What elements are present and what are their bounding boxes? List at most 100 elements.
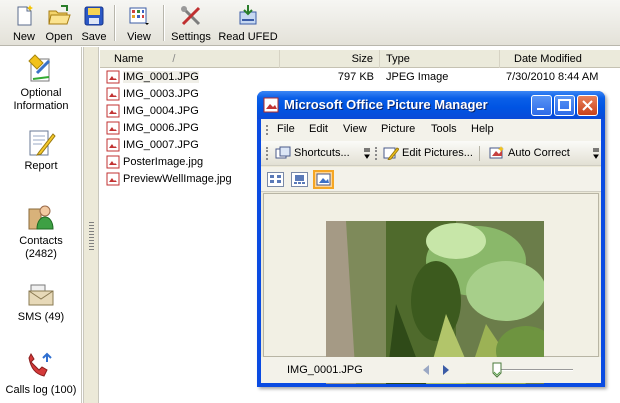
minimize-button[interactable] bbox=[531, 95, 552, 116]
menu-picture[interactable]: Picture bbox=[381, 123, 415, 135]
calls-log-label: Calls log (100) bbox=[5, 384, 77, 396]
filmstrip-view-button[interactable] bbox=[291, 172, 308, 187]
single-picture-view-button[interactable] bbox=[313, 170, 334, 189]
close-icon bbox=[582, 100, 593, 111]
nav-optional-information[interactable]: Optional Information bbox=[0, 53, 82, 113]
status-bar: IMG_0001.JPG bbox=[261, 357, 601, 383]
column-header-date[interactable]: Date Modified bbox=[500, 50, 620, 68]
column-header-type[interactable]: Type bbox=[380, 50, 500, 68]
single-picture-view-icon bbox=[316, 173, 331, 186]
main-toolbar: New Open Save View Settings Read UFED bbox=[0, 0, 620, 46]
new-label: New bbox=[12, 31, 35, 43]
contacts-label: Contacts (2482) bbox=[19, 235, 63, 260]
picture-manager-body: File Edit View Picture Tools Help Shortc… bbox=[261, 119, 601, 384]
sms-envelope-icon bbox=[28, 284, 54, 306]
open-label: Open bbox=[45, 31, 73, 43]
file-name: IMG_0003.JPG bbox=[123, 88, 199, 100]
new-button[interactable]: New bbox=[6, 2, 42, 44]
report-icon bbox=[29, 130, 56, 156]
auto-correct-icon bbox=[489, 146, 504, 159]
toolbar-grip bbox=[266, 147, 268, 160]
picture-manager-app-icon bbox=[263, 97, 279, 113]
file-date: 7/30/2010 8:44 AM bbox=[506, 71, 599, 83]
file-size: 797 KB bbox=[337, 71, 374, 83]
image-file-icon bbox=[106, 138, 120, 152]
image-file-icon bbox=[106, 121, 120, 135]
shortcuts-icon bbox=[275, 146, 291, 159]
toolbar-separator bbox=[163, 5, 164, 41]
column-header-name[interactable]: Name / bbox=[100, 50, 280, 68]
close-button[interactable] bbox=[577, 95, 598, 116]
calls-log-icon bbox=[28, 352, 52, 377]
file-name: IMG_0007.JPG bbox=[123, 139, 199, 151]
menu-grip bbox=[266, 125, 268, 135]
report-label: Report bbox=[24, 160, 58, 172]
toolbar-separator bbox=[479, 146, 480, 161]
file-name: IMG_0004.JPG bbox=[123, 105, 199, 117]
save-disk-icon bbox=[84, 6, 104, 26]
edit-pictures-button[interactable]: Edit Pictures... bbox=[383, 146, 473, 160]
file-name: IMG_0001.JPG bbox=[123, 71, 199, 83]
read-ufed-button[interactable]: Read UFED bbox=[218, 2, 278, 44]
read-ufed-icon bbox=[239, 5, 257, 25]
settings-button[interactable]: Settings bbox=[168, 2, 214, 44]
previous-picture-icon[interactable] bbox=[421, 364, 431, 376]
column-header-size[interactable]: Size bbox=[280, 50, 380, 68]
maximize-button[interactable] bbox=[554, 95, 575, 116]
picture-manager-window: Microsoft Office Picture Manager File Ed… bbox=[257, 91, 605, 387]
filmstrip-view-icon bbox=[294, 175, 305, 184]
menu-help[interactable]: Help bbox=[471, 123, 494, 135]
splitter-grip[interactable] bbox=[89, 222, 94, 252]
column-size-label: Size bbox=[351, 53, 373, 65]
menu-edit[interactable]: Edit bbox=[309, 123, 328, 135]
shortcuts-button[interactable]: Shortcuts... bbox=[275, 146, 350, 160]
file-name: PreviewWellImage.jpg bbox=[123, 173, 232, 185]
toolbar-overflow-icon[interactable] bbox=[363, 147, 371, 161]
file-row[interactable]: PreviewWellImage.jpg bbox=[106, 171, 232, 187]
thumbnail-view-button[interactable] bbox=[267, 172, 284, 187]
view-grid-icon bbox=[129, 7, 149, 25]
toolbar-overflow-icon[interactable] bbox=[592, 147, 600, 161]
panel-splitter[interactable] bbox=[83, 47, 99, 403]
picture-preview-area bbox=[263, 193, 599, 384]
open-folder-icon bbox=[48, 5, 71, 25]
image-file-icon bbox=[106, 104, 120, 118]
auto-correct-button[interactable]: Auto Correct bbox=[489, 146, 570, 160]
file-row[interactable]: PosterImage.jpg bbox=[106, 154, 203, 170]
file-row[interactable]: IMG_0003.JPG bbox=[106, 86, 199, 102]
column-date-label: Date Modified bbox=[514, 53, 582, 65]
next-picture-icon[interactable] bbox=[441, 364, 451, 376]
file-row[interactable]: IMG_0004.JPG bbox=[106, 103, 199, 119]
file-row[interactable]: IMG_0001.JPG bbox=[106, 69, 199, 85]
image-file-icon bbox=[106, 70, 120, 84]
file-row[interactable]: IMG_0007.JPG bbox=[106, 137, 199, 153]
image-file-icon bbox=[106, 172, 120, 186]
auto-correct-label: Auto Correct bbox=[508, 147, 570, 159]
menu-tools[interactable]: Tools bbox=[431, 123, 457, 135]
picture-manager-titlebar[interactable]: Microsoft Office Picture Manager bbox=[257, 91, 605, 119]
file-row[interactable]: IMG_0006.JPG bbox=[106, 120, 199, 136]
view-button[interactable]: View bbox=[119, 2, 159, 44]
nav-calls-log[interactable]: Calls log (100) bbox=[0, 350, 82, 397]
nav-contacts[interactable]: Contacts (2482) bbox=[0, 201, 82, 261]
open-button[interactable]: Open bbox=[42, 2, 76, 44]
nav-report[interactable]: Report bbox=[0, 126, 82, 173]
toolbar-separator bbox=[114, 5, 115, 41]
nav-sms[interactable]: SMS (49) bbox=[0, 277, 82, 324]
maximize-icon bbox=[558, 99, 571, 111]
menu-view[interactable]: View bbox=[343, 123, 367, 135]
new-document-icon bbox=[17, 5, 33, 26]
save-label: Save bbox=[81, 31, 107, 43]
edit-pictures-label: Edit Pictures... bbox=[402, 147, 473, 159]
toolbar-grip bbox=[375, 147, 377, 160]
window-title: Microsoft Office Picture Manager bbox=[284, 97, 488, 112]
save-button[interactable]: Save bbox=[78, 2, 110, 44]
picture-toolbar: Shortcuts... Edit Pictures... Auto Corre… bbox=[261, 141, 601, 166]
zoom-slider-track[interactable] bbox=[493, 369, 573, 371]
settings-label: Settings bbox=[171, 31, 211, 43]
read-ufed-label: Read UFED bbox=[218, 31, 278, 43]
sms-label: SMS (49) bbox=[17, 311, 65, 323]
zoom-slider-thumb[interactable] bbox=[492, 362, 502, 378]
contacts-icon bbox=[28, 205, 54, 230]
menu-file[interactable]: File bbox=[277, 123, 295, 135]
